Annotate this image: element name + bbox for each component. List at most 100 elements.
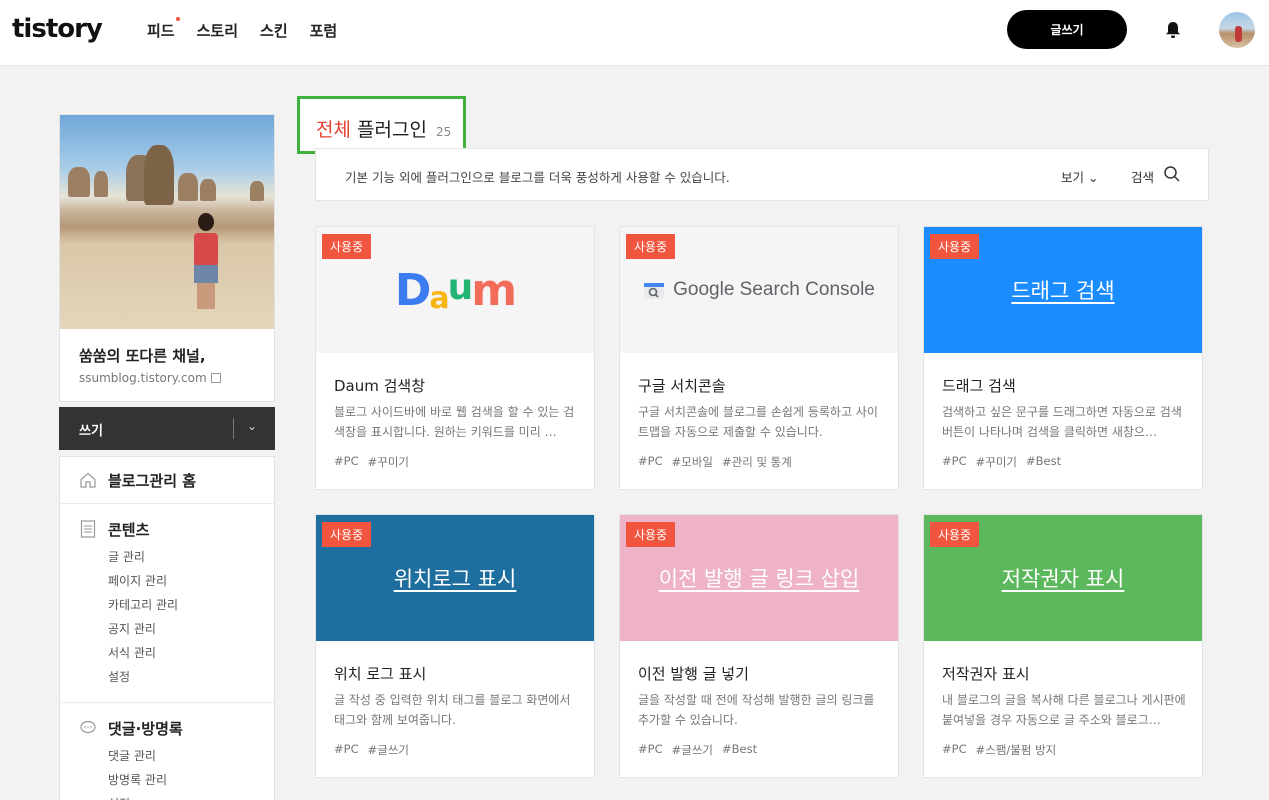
card-thumbnail: 사용중 저작권자 표시: [924, 515, 1202, 641]
tag: #모바일: [671, 455, 713, 469]
main-nav: 피드 스토리 스킨 포럼: [147, 17, 338, 41]
blog-profile-card: 쑴쑴의 또다른 채널, ssumblog.tistory.com: [59, 114, 275, 402]
card-thumbnail: 사용중 위치로그 표시: [316, 515, 594, 641]
write-post-button[interactable]: 글쓰기: [1007, 10, 1127, 49]
tag: #꾸미기: [975, 455, 1017, 469]
blog-url-link[interactable]: ssumblog.tistory.com: [79, 371, 221, 385]
plugin-card[interactable]: 사용중 Google Search Console 구글 서치콘솔 구글 서치콘…: [619, 226, 899, 490]
thumbnail-text: 위치로그 표시: [393, 567, 517, 591]
card-title: 이전 발행 글 넣기: [638, 665, 749, 683]
user-avatar[interactable]: [1219, 12, 1255, 48]
divider: [233, 418, 234, 439]
write-label[interactable]: 쓰기: [79, 420, 103, 439]
nav-skin[interactable]: 스킨: [260, 20, 288, 41]
card-title: 저작권자 표시: [942, 665, 1030, 683]
tag: #글쓰기: [671, 743, 713, 757]
plugin-card[interactable]: 사용중 이전 발행 글 링크 삽입 이전 발행 글 넣기 글을 작성할 때 전에…: [619, 514, 899, 778]
bell-icon[interactable]: [1163, 20, 1183, 40]
card-title: Daum 검색창: [334, 377, 426, 395]
card-description: 구글 서치콘솔에 블로그를 손쉽게 등록하고 사이트맵을 자동으로 제출할 수 …: [638, 405, 878, 439]
chevron-down-icon: ⌄: [1088, 170, 1099, 185]
tag: #Best: [1026, 454, 1062, 468]
tag: #PC: [942, 742, 967, 756]
card-tags: #PC #꾸미기: [334, 454, 409, 470]
section-title[interactable]: 댓글·방명록: [108, 718, 183, 739]
nav-forum[interactable]: 포럼: [310, 20, 338, 41]
page-title-box: 전체 플러그인 25: [297, 96, 466, 154]
daum-logo: Daum: [394, 264, 517, 316]
menu-item-category-manage[interactable]: 카테고리 관리: [108, 596, 178, 613]
divider: [60, 702, 274, 703]
in-use-badge: 사용중: [626, 234, 676, 259]
card-title: 위치 로그 표시: [334, 665, 427, 683]
card-tags: #PC #글쓰기 #Best: [638, 742, 757, 758]
card-title: 드래그 검색: [942, 377, 1016, 395]
card-tags: #PC #꾸미기 #Best: [942, 454, 1061, 470]
card-title: 구글 서치콘솔: [638, 377, 726, 395]
card-description: 내 블로그의 글을 복사해 다른 블로그나 게시판에 붙여넣을 경우 자동으로 …: [942, 693, 1186, 727]
card-thumbnail: 사용중 드래그 검색: [924, 227, 1202, 353]
title-text: 플러그인: [357, 119, 427, 141]
card-thumbnail: 사용중 Daum: [316, 227, 594, 353]
person-figure: [188, 211, 224, 311]
tag: #Best: [722, 742, 758, 756]
in-use-badge: 사용중: [322, 234, 372, 259]
menu-item-guestbook-manage[interactable]: 방명록 관리: [108, 771, 167, 788]
description-bar: 기본 기능 외에 플러그인으로 블로그를 더욱 풍성하게 사용할 수 있습니다.…: [315, 148, 1209, 201]
in-use-badge: 사용중: [322, 522, 372, 547]
thumbnail-text: 이전 발행 글 링크 삽입: [658, 567, 860, 591]
tag: #PC: [942, 454, 967, 468]
card-tags: #PC #글쓰기: [334, 742, 409, 758]
tag: #꾸미기: [367, 455, 409, 469]
comment-icon: [80, 720, 96, 734]
menu-item-page-manage[interactable]: 페이지 관리: [108, 572, 167, 589]
menu-item-comment-manage[interactable]: 댓글 관리: [108, 747, 156, 764]
home-icon: [80, 472, 96, 488]
plugin-count: 25: [435, 125, 452, 139]
thumbnail-text: 저작권자 표시: [1001, 567, 1125, 591]
card-description: 글 작성 중 입력한 위치 태그를 블로그 화면에서 태그와 함께 보여줍니다.: [334, 693, 571, 727]
tistory-logo[interactable]: tistory: [12, 14, 103, 44]
nav-story[interactable]: 스토리: [197, 20, 238, 41]
in-use-badge: 사용중: [930, 522, 980, 547]
thumbnail-text: 드래그 검색: [1011, 279, 1115, 303]
search-button[interactable]: 검색: [1131, 167, 1154, 186]
description-text: 기본 기능 외에 플러그인으로 블로그를 더욱 풍성하게 사용할 수 있습니다.: [345, 170, 730, 185]
document-icon: [80, 520, 96, 538]
menu-item-notice-manage[interactable]: 공지 관리: [108, 620, 156, 637]
menu-item-post-manage[interactable]: 글 관리: [108, 548, 145, 565]
card-tags: #PC #모바일 #관리 및 통계: [638, 454, 792, 470]
search-icon[interactable]: [1163, 165, 1181, 183]
tag: #PC: [334, 742, 359, 756]
menu-home-label: 블로그관리 홈: [108, 472, 197, 490]
tag: #PC: [334, 454, 359, 468]
plugin-card[interactable]: 사용중 드래그 검색 드래그 검색 검색하고 싶은 문구를 드래그하면 자동으로…: [923, 226, 1203, 490]
card-thumbnail: 사용중 이전 발행 글 링크 삽입: [620, 515, 898, 641]
google-search-console-logo: Google Search Console: [643, 279, 875, 301]
chevron-down-icon[interactable]: ⌄: [247, 419, 257, 433]
card-thumbnail: 사용중 Google Search Console: [620, 227, 898, 353]
plugin-card[interactable]: 사용중 위치로그 표시 위치 로그 표시 글 작성 중 입력한 위치 태그를 블…: [315, 514, 595, 778]
nav-feed[interactable]: 피드: [147, 17, 180, 41]
card-description: 글을 작성할 때 전에 작성해 발행한 글의 링크를 추가할 수 있습니다.: [638, 693, 875, 727]
view-filter-dropdown[interactable]: 보기 ⌄: [1061, 167, 1098, 186]
menu-item-template-manage[interactable]: 서식 관리: [108, 644, 156, 661]
top-bar: tistory 피드 스토리 스킨 포럼 글쓰기: [0, 0, 1269, 66]
title-prefix: 전체: [316, 119, 351, 141]
blog-name[interactable]: 쑴쑴의 또다른 채널,: [79, 345, 206, 366]
menu-home[interactable]: 블로그관리 홈: [60, 457, 274, 504]
plugin-card[interactable]: 사용중 Daum Daum 검색창 블로그 사이드바에 바로 웹 검색을 할 수…: [315, 226, 595, 490]
tag: #PC: [638, 454, 663, 468]
blog-profile-image: [60, 115, 274, 329]
tag: #PC: [638, 742, 663, 756]
tag: #관리 및 통계: [722, 455, 792, 469]
tag: #스팸/불펌 방지: [975, 743, 1057, 757]
plugin-card[interactable]: 사용중 저작권자 표시 저작권자 표시 내 블로그의 글을 복사해 다른 블로그…: [923, 514, 1203, 778]
write-dropdown[interactable]: 쓰기 ⌄: [59, 407, 275, 450]
page-title: 전체 플러그인 25: [316, 115, 451, 142]
admin-menu: 블로그관리 홈 콘텐츠 글 관리 페이지 관리 카테고리 관리 공지 관리 서식…: [59, 456, 275, 800]
in-use-badge: 사용중: [626, 522, 676, 547]
section-title[interactable]: 콘텐츠: [108, 519, 149, 540]
menu-item-comment-settings[interactable]: 설정: [108, 795, 130, 800]
menu-item-content-settings[interactable]: 설정: [108, 668, 130, 685]
